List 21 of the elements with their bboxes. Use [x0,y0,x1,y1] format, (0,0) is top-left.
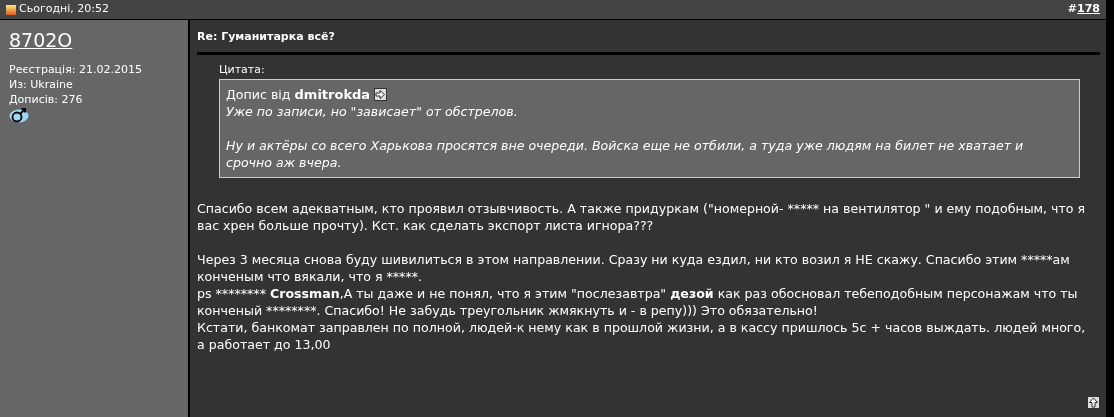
quote-label: Цитата: [219,62,266,77]
post-icon [6,4,16,15]
post-number-prefix: # [1067,1,1078,18]
quote-author: dmitrokda [294,85,371,103]
post-text: Спасибо всем адекватным, кто проявил отзывчивость. А также придуркам ("номерной- ***** на вентилятор " и ему подобным, что я вас хрен больше прочту). Кст. как сделать экспорт листа игнора??? [197,199,1086,234]
back-to-top-icon[interactable] [1087,396,1100,409]
view-post-arrow-icon[interactable] [374,87,388,101]
user-info-text: Дописів: 276 [9,92,84,107]
user-info-text: Реєстрація: 21.02.2015 [9,62,143,77]
post-text: Через 3 месяца снова буду шивилиться в этом направлении. Сразу ни куда ездил, ни кто возил я НЕ скажу. Спасибо этим *****ам конченым что вякали, что я *****. [197,250,1071,285]
quote-text: Ну и актёры со всего Харькова просятся вне очереди. Войска еще не отбили, а туда уже людям на билет не хватает и срочно аж вчера. [226,136,1025,171]
male-symbol-icon [9,107,31,123]
quote-author-prefix: Допис від [226,85,291,103]
username-link[interactable]: 8702O [9,28,73,52]
post-title: Re: Гуманитарка всё? [197,29,1100,55]
post-text: ps ******** Crossman,А ты даже и не понял, что я этим "послезавтра" дезой как раз обосновал тебеподобным персонажам что ты конченый ********. Спасибо! Не забудь треугольник жмякнуть и - в репу))) Это обязательно! [197,284,1079,319]
post-date: Сьогодні, 20:52 [19,1,109,18]
user-info-text: Из: Ukraine [9,77,74,92]
post-text: Кстати, банкомат заправлен по полной, людей-к нему как в прошлой жизни, а в кассу пришлось 5с + часов выждать. людей много, а работает до 13,00 [197,318,1086,353]
post-number-link[interactable]: 178 [1077,1,1100,18]
quote-text: Уже по записи, но "зависает" от обстрелов. [226,102,519,120]
